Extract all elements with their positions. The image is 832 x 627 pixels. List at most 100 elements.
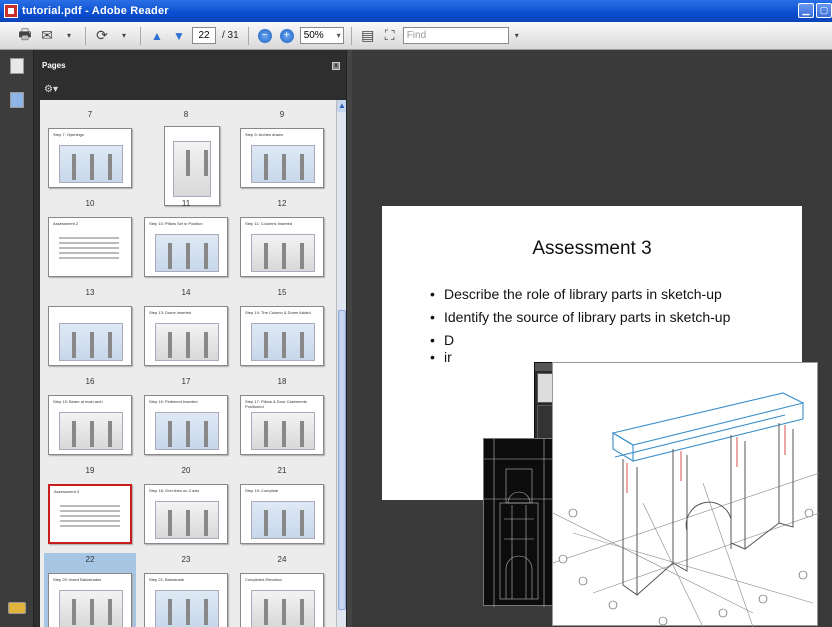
thumbnail-image: Assessment 2 [48, 217, 132, 277]
print-icon[interactable]: 🖶 [16, 26, 34, 46]
toolbar: 🖶 ✉ ▾ ⟳ ▾ ▲ ▼ 22 / 31 − + 50% ▾ ▤ ⛶ Find … [0, 22, 832, 50]
thumbnail-content [155, 590, 219, 627]
collaborate-dropdown-icon[interactable]: ▾ [115, 26, 133, 46]
page-thumbnail[interactable]: 21 Step 19: Complete [236, 464, 328, 556]
thumbnail-image: Completed Elevation [240, 573, 324, 627]
maximize-button[interactable]: ▢ [816, 3, 832, 18]
panel-splitter[interactable] [346, 50, 352, 627]
thumbnail-column [186, 599, 190, 625]
thumbnail-caption: Step 13: Dome Inserted [149, 310, 192, 315]
thumbnail-column [204, 421, 208, 447]
thumbnail-column [264, 154, 268, 180]
zoom-level-value: 50% [303, 30, 324, 41]
thumbnail-column [264, 421, 268, 447]
pages-panel: Pages x ⚙▾ 7 Step 7: Openings 8 9 Step 9: Ar… [34, 50, 347, 627]
page-thumbnail[interactable]: 18 Step 17: Pillars & Door Casements Posi… [236, 375, 328, 467]
thumbnail-column [90, 332, 94, 358]
page-thumbnail[interactable]: 19 Assessment 3 [44, 464, 136, 556]
thumbnail-image: Step 9: Arches drawn [240, 128, 324, 188]
slide-bullet: Describe the role of library parts in sk… [424, 286, 784, 303]
page-thumbnail[interactable]: 12 Step 11: Columns Inserted [236, 197, 328, 289]
previous-page-icon[interactable]: ▲ [148, 26, 166, 46]
thumbnail-content [155, 412, 219, 450]
window-controls: ▁ ▢ [798, 3, 832, 18]
thumbnail-caption: Step 19: Complete [245, 488, 279, 493]
page-thumbnail[interactable]: 14 Step 13: Dome Inserted [140, 286, 232, 378]
thumbnail-column [168, 510, 172, 536]
options-icon[interactable]: ⚙▾ [44, 84, 58, 95]
thumbnail-text-line [60, 520, 120, 522]
pages-panel-icon[interactable] [10, 58, 24, 74]
zoom-level-select[interactable]: 50% ▾ [299, 27, 344, 44]
page-thumbnail[interactable]: 17 Step 16: Pediment Inserted [140, 375, 232, 467]
thumbnail-content [60, 502, 124, 540]
email-icon[interactable]: ✉ [38, 26, 56, 46]
page-number-input[interactable]: 22 [192, 27, 216, 44]
thumbnail-caption: Completed Elevation [245, 577, 282, 582]
page-thumbnail[interactable]: 16 Step 15: Beam at main arch [44, 375, 136, 467]
collaborate-icon[interactable]: ⟳ [93, 26, 111, 46]
thumbnail-caption: Step 15: Beam at main arch [53, 399, 103, 404]
page-thumbnail[interactable]: 23 Step 21: Balustrade [140, 553, 232, 627]
thumbnail-caption: Step 21: Balustrade [149, 577, 185, 582]
attachments-icon[interactable] [10, 92, 24, 108]
page-thumbnail[interactable]: 20 Step 18: Grid lines on Z axis [140, 464, 232, 556]
thumbnail-text-line [59, 247, 119, 249]
thumbnail-page-number: 15 [277, 288, 287, 297]
arch-wireframe-drawing [552, 392, 820, 627]
thumbnail-column [72, 154, 76, 180]
thumbnail-page-number: 14 [181, 288, 191, 297]
thumbnail-image: Step 17: Pillars & Door Casements Positi… [240, 395, 324, 455]
thumbnail-column [300, 510, 304, 536]
thumbnail-page-number: 17 [181, 377, 191, 386]
close-icon[interactable]: x [332, 62, 340, 70]
comments-icon[interactable] [8, 602, 26, 614]
thumbnail-content [251, 412, 315, 450]
page-thumbnail[interactable]: 8 [140, 108, 232, 206]
thumbnail-content [155, 501, 219, 539]
page-thumbnail[interactable]: 24 Completed Elevation [236, 553, 328, 627]
thumbnail-column [282, 599, 286, 625]
page-thumbnail[interactable]: 15 Step 14: The Column & Dome Added [236, 286, 328, 378]
toolbar-separator [350, 26, 352, 45]
page-thumbnail[interactable]: 7 Step 7: Openings [44, 108, 136, 200]
scroll-thumb[interactable] [338, 310, 346, 610]
thumbnail-column [168, 243, 172, 269]
thumbnail-content [251, 501, 315, 539]
slide-bullets: Describe the role of library parts in sk… [424, 286, 784, 372]
navigation-pane [0, 50, 34, 627]
thumbnail-caption: Step 14: The Column & Dome Added [245, 310, 311, 315]
thumbnail-content [251, 323, 315, 361]
fit-page-icon[interactable]: ▤ [359, 26, 377, 46]
page-thumbnail[interactable]: 13 [44, 286, 136, 378]
thumbnail-column [300, 421, 304, 447]
zoom-in-button[interactable]: + [278, 26, 296, 46]
find-dropdown-icon[interactable]: ▾ [515, 31, 519, 40]
thumbnail-column [186, 510, 190, 536]
thumbnail-column [186, 332, 190, 358]
thumbnail-column [72, 332, 76, 358]
thumbnail-text-line [59, 257, 119, 259]
thumbnail-column [204, 150, 208, 176]
page-thumbnail[interactable]: 9 Step 9: Arches drawn [236, 108, 328, 200]
page-thumbnail[interactable]: 22 Step 20: Insert Balustrades [44, 553, 136, 627]
thumbnail-scrollbar[interactable]: ▲ [336, 100, 347, 627]
thumbnail-column [204, 510, 208, 536]
find-input[interactable]: Find [402, 27, 509, 44]
minimize-button[interactable]: ▁ [798, 3, 814, 18]
title-bar: tutorial.pdf - Adobe Reader ▁ ▢ [0, 0, 832, 22]
zoom-out-button[interactable]: − [256, 26, 274, 46]
thumbnail-column [204, 243, 208, 269]
thumbnail-page-number: 10 [85, 199, 95, 208]
page-thumbnail[interactable]: 11 Step 10: Pillars Set in Position [140, 197, 232, 289]
thumbnail-column [264, 510, 268, 536]
thumbnail-caption: Step 7: Openings [53, 132, 84, 137]
thumbnail-column [300, 332, 304, 358]
email-dropdown-icon[interactable]: ▾ [60, 26, 78, 46]
full-screen-icon[interactable]: ⛶ [381, 26, 399, 46]
thumbnail-caption: Step 20: Insert Balustrades [53, 577, 102, 582]
next-page-icon[interactable]: ▼ [170, 26, 188, 46]
page-thumbnail[interactable]: 10 Assessment 2 [44, 197, 136, 289]
thumbnail-content [251, 145, 315, 183]
thumbnail-image: Step 14: The Column & Dome Added [240, 306, 324, 366]
